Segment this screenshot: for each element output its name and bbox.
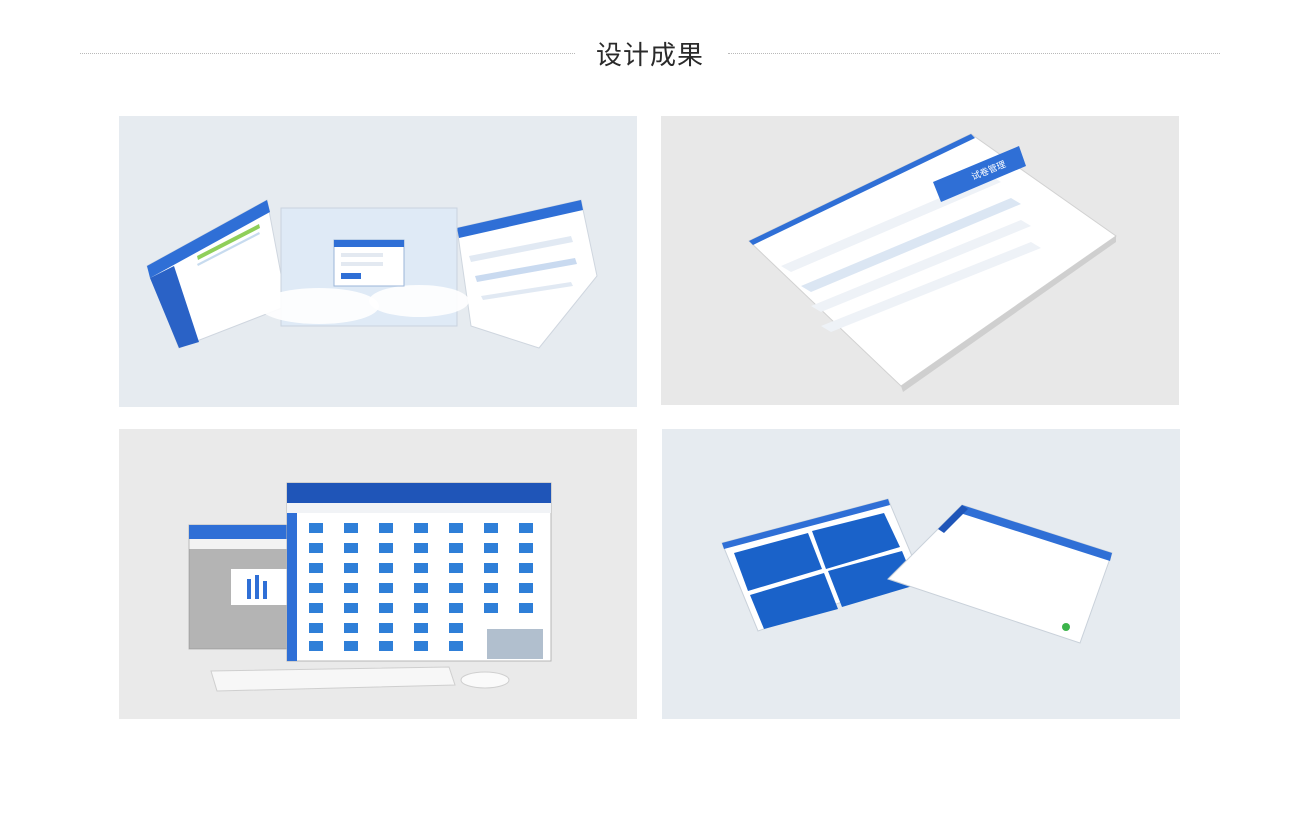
back-monitor-mockup (188, 524, 300, 650)
left-screen-mockup (146, 199, 288, 349)
section-header: 设计成果 (0, 0, 1300, 100)
right-tilted-list-screen (887, 504, 1113, 644)
left-tilted-desktop-grid (721, 498, 921, 632)
section-title: 设计成果 (595, 41, 704, 71)
center-login-mockup (259, 207, 469, 327)
showcase-image-remote-desktops (662, 429, 1180, 719)
showcase-image-login-screens (119, 116, 637, 407)
front-monitor-mockup (286, 482, 552, 662)
header-divider-right (728, 53, 1220, 54)
showcase-image-exam-management: 试卷管理 (661, 116, 1179, 405)
keyboard-mockup (210, 666, 456, 692)
showcase-image-desktop-monitor (119, 429, 637, 719)
tilted-table-screen (748, 133, 1117, 392)
mouse-mockup (460, 671, 510, 689)
right-screen-mockup (456, 199, 598, 349)
header-divider-left (80, 53, 575, 54)
